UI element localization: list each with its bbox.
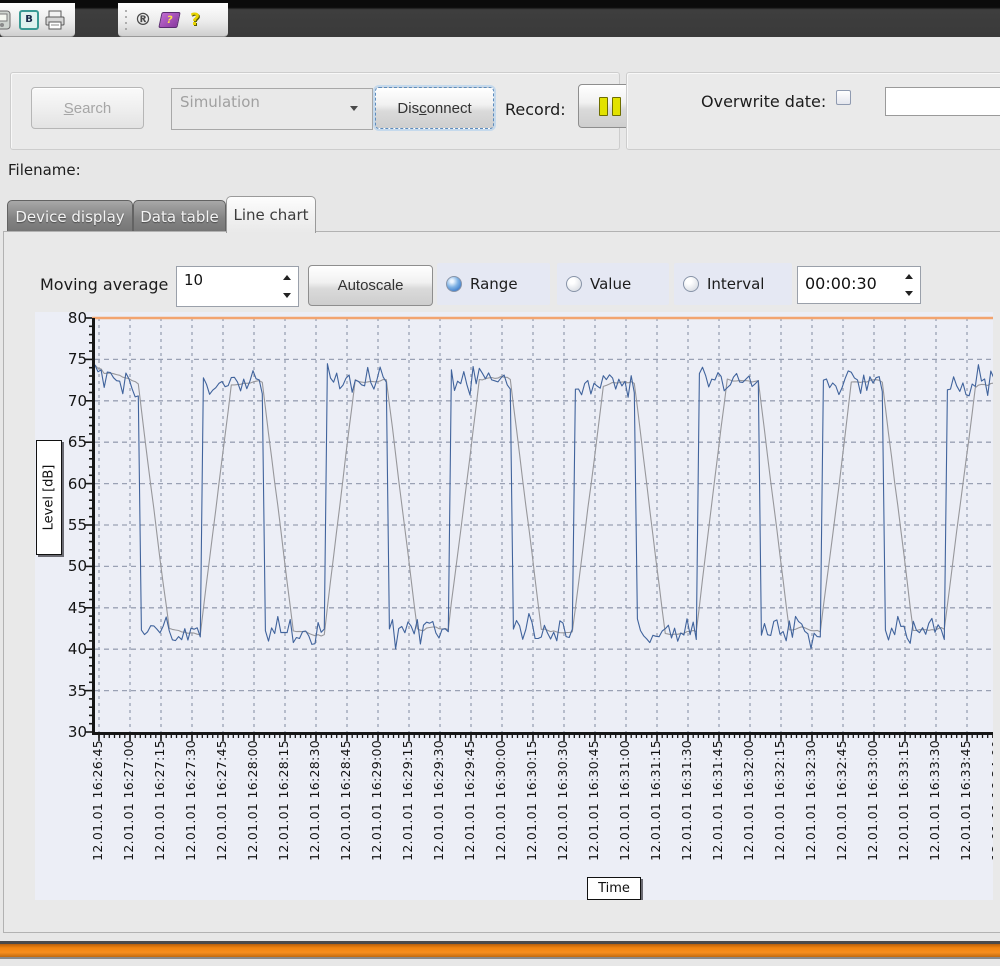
- chevron-down-icon: [350, 106, 358, 111]
- y-tick-label: 55: [35, 515, 87, 535]
- print-icon[interactable]: [44, 9, 66, 31]
- y-axis-title: Level [dB]: [36, 440, 62, 555]
- tab-device-display[interactable]: Device display: [7, 200, 133, 233]
- module-icon-glyph: B: [19, 10, 39, 30]
- interval-time-spinner[interactable]: [797, 266, 921, 304]
- x-tick-label: 12.01.01 16:33:00: [866, 740, 880, 861]
- moving-average-input[interactable]: [182, 270, 266, 290]
- x-tick-label: 12.01.01 16:32:15: [773, 740, 787, 861]
- overwrite-date-field[interactable]: [885, 87, 1000, 116]
- pause-icon: [599, 97, 621, 116]
- radio-value[interactable]: Value: [557, 263, 669, 305]
- radio-interval[interactable]: Interval: [674, 263, 792, 305]
- x-tick-label: 12.01.01 16:29:00: [370, 740, 384, 861]
- interval-time-input[interactable]: [803, 273, 895, 294]
- x-tick-label: 12.01.01 16:33:30: [928, 740, 942, 861]
- autoscale-button[interactable]: Autoscale: [308, 265, 433, 306]
- x-tick-label: 12.01.01 16:28:15: [277, 740, 291, 861]
- moving-average-spinner[interactable]: [176, 266, 299, 307]
- y-tick-label: 80: [35, 312, 87, 328]
- x-tick-label: 12.01.01 16:30:00: [494, 740, 508, 861]
- device-icon[interactable]: [0, 9, 14, 31]
- disconnect-button[interactable]: Disconnect: [375, 87, 494, 129]
- x-tick-label: 12.01.01 16:27:45: [215, 740, 229, 861]
- x-tick-label: 12.01.01 16:33:45: [959, 740, 973, 861]
- footer-orange-stripe: [0, 944, 1000, 957]
- x-tick-label: 12.01.01 16:27:00: [122, 740, 136, 861]
- y-tick-label: 70: [35, 391, 87, 411]
- record-label: Record:: [505, 100, 566, 119]
- x-tick-label: 12.01.01 16:31:30: [680, 740, 694, 861]
- tab-line-chart[interactable]: Line chart: [226, 196, 316, 233]
- tab-data-table[interactable]: Data table: [133, 200, 226, 233]
- x-tick-label: 12.01.01 16:31:45: [711, 740, 725, 861]
- overwrite-date-checkbox[interactable]: [836, 90, 851, 105]
- x-tick-label: 12.01.01 16:30:15: [525, 740, 539, 861]
- registered-icon[interactable]: ®: [132, 9, 154, 31]
- y-tick-label: 45: [35, 598, 87, 618]
- radio-unselected-icon: [566, 276, 582, 292]
- footer-divider-lower: [0, 957, 1000, 959]
- x-tick-label: 12.01.01 16:30:45: [587, 740, 601, 861]
- x-tick-label: 12.01.01 16:32:30: [804, 740, 818, 861]
- x-tick-label: 12.01.01 16:33:15: [897, 740, 911, 861]
- y-tick-label: 35: [35, 681, 87, 701]
- overwrite-date-panel: Overwrite date:: [626, 72, 1000, 150]
- x-tick-label: 12.01.01 16:28:30: [308, 740, 322, 861]
- manual-icon[interactable]: ?: [158, 9, 180, 31]
- x-tick-label: 12.01.01 16:29:30: [432, 740, 446, 861]
- y-tick-label: 60: [35, 474, 87, 494]
- toolbar-help: ® ? ?: [118, 3, 228, 37]
- toolbar-device: B: [0, 3, 75, 37]
- radio-selected-icon: [446, 276, 462, 292]
- x-axis-title: Time: [587, 877, 641, 900]
- toolbar-drag-handle[interactable]: [122, 10, 130, 30]
- y-tick-label: 50: [35, 556, 87, 576]
- spin-down-icon[interactable]: [283, 293, 291, 298]
- y-tick-label: 75: [35, 349, 87, 369]
- x-tick-label: 12.01.01 16:31:15: [649, 740, 663, 861]
- x-tick-label: 12.01.01 16:29:15: [401, 740, 415, 861]
- x-tick-label: 12.01.01 16:30:30: [556, 740, 570, 861]
- x-tick-label: 12.01.01 16:28:45: [339, 740, 353, 861]
- spin-up-icon[interactable]: [905, 274, 913, 279]
- x-tick-label: 12.01.01 16:27:30: [184, 740, 198, 861]
- search-button[interactable]: Search: [31, 87, 144, 129]
- connection-panel: Search Simulation Disconnect Record:: [10, 72, 620, 150]
- x-tick-label: 12.01.01 16:26:45: [91, 740, 105, 861]
- module-icon[interactable]: B: [18, 9, 40, 31]
- x-tick-label: 12.01.01 16:31:00: [618, 740, 632, 861]
- device-combobox-value: Simulation: [180, 93, 260, 111]
- line-chart: Level [dB] Time 807570656055504540353012…: [35, 312, 993, 900]
- radio-range[interactable]: Range: [437, 263, 550, 305]
- help-icon[interactable]: ?: [184, 9, 206, 31]
- filename-label: Filename:: [8, 161, 81, 179]
- y-tick-label: 40: [35, 639, 87, 659]
- x-tick-label: 12.01.01 16:29:45: [463, 740, 477, 861]
- spin-up-icon[interactable]: [283, 275, 291, 280]
- y-tick-label: 30: [35, 722, 87, 742]
- x-tick-label: 12.01.01 16:27:15: [153, 740, 167, 861]
- window-top-band: B ® ? ?: [0, 0, 1000, 37]
- device-combobox[interactable]: Simulation: [171, 88, 373, 130]
- x-tick-label: 12.01.01 16:32:45: [835, 740, 849, 861]
- chart-plot-area: [35, 312, 993, 900]
- application-window: B ® ? ? Search Simulation Disconnect: [0, 0, 1000, 966]
- radio-unselected-icon: [683, 276, 699, 292]
- x-tick-label: 12.01.01 16:34:00: [990, 740, 993, 861]
- x-tick-label: 12.01.01 16:28:00: [246, 740, 260, 861]
- y-tick-label: 65: [35, 432, 87, 452]
- moving-average-label: Moving average: [40, 275, 168, 294]
- spin-down-icon[interactable]: [905, 291, 913, 296]
- overwrite-date-label: Overwrite date:: [701, 92, 826, 111]
- x-tick-label: 12.01.01 16:32:00: [742, 740, 756, 861]
